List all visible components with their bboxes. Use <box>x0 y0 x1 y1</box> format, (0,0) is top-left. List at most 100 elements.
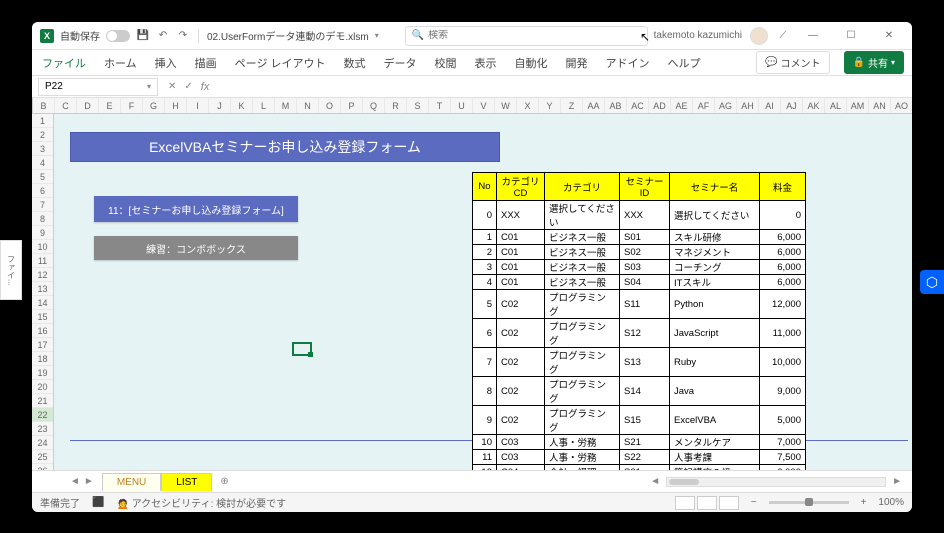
column-header[interactable]: F <box>121 98 143 113</box>
cell-category[interactable]: 選択してください <box>545 201 620 230</box>
left-side-panel[interactable]: ファイ... <box>0 240 22 300</box>
table-header-no[interactable]: No <box>473 173 497 201</box>
table-row[interactable]: 7C02プログラミングS13Ruby10,000 <box>473 348 806 377</box>
row-header[interactable]: 20 <box>32 380 53 394</box>
cell-seminarname[interactable]: スキル研修 <box>670 230 760 245</box>
search-box[interactable]: 🔍 <box>405 26 648 46</box>
column-header[interactable]: AG <box>715 98 737 113</box>
column-header[interactable]: J <box>209 98 231 113</box>
column-header[interactable]: K <box>231 98 253 113</box>
cell-fee[interactable]: 7,500 <box>760 450 806 465</box>
ribbon-mode-icon[interactable]: ⟋ <box>776 29 790 43</box>
ribbon-tab-data[interactable]: データ <box>382 51 419 75</box>
cell-seminarname[interactable]: メンタルケア <box>670 435 760 450</box>
table-header-category[interactable]: カテゴリ <box>545 173 620 201</box>
cell-category[interactable]: プログラミング <box>545 348 620 377</box>
table-row[interactable]: 4C01ビジネス一般S04ITスキル6,000 <box>473 275 806 290</box>
column-header[interactable]: I <box>187 98 209 113</box>
cell-seminarname[interactable]: ExcelVBA <box>670 406 760 435</box>
row-header[interactable]: 16 <box>32 324 53 338</box>
row-header[interactable]: 18 <box>32 352 53 366</box>
ribbon-tab-draw[interactable]: 描画 <box>193 51 219 75</box>
column-header[interactable]: N <box>297 98 319 113</box>
cell-categorycd[interactable]: C03 <box>497 450 545 465</box>
cell-categorycd[interactable]: C03 <box>497 435 545 450</box>
row-header[interactable]: 9 <box>32 226 53 240</box>
cell-seminarid[interactable]: S15 <box>620 406 670 435</box>
ribbon-tab-home[interactable]: ホーム <box>102 51 139 75</box>
table-row[interactable]: 2C01ビジネス一般S02マネジメント6,000 <box>473 245 806 260</box>
cell-seminarname[interactable]: 人事考課 <box>670 450 760 465</box>
combobox-practice-button[interactable]: 練習：コンボボックス <box>94 236 298 260</box>
column-header[interactable]: M <box>275 98 297 113</box>
table-row[interactable]: 3C01ビジネス一般S03コーチング6,000 <box>473 260 806 275</box>
row-header[interactable]: 21 <box>32 394 53 408</box>
cell-categorycd[interactable]: C02 <box>497 377 545 406</box>
cell-categorycd[interactable]: C01 <box>497 245 545 260</box>
column-header[interactable]: B <box>33 98 55 113</box>
cell-category[interactable]: 人事・労務 <box>545 435 620 450</box>
column-header[interactable]: AE <box>671 98 693 113</box>
row-header[interactable]: 22 <box>32 408 53 422</box>
cell-fee[interactable]: 9,000 <box>760 377 806 406</box>
cell-category[interactable]: プログラミング <box>545 319 620 348</box>
macro-record-icon[interactable]: ⬛ <box>92 497 104 508</box>
cell-categorycd[interactable]: C01 <box>497 275 545 290</box>
cell-no[interactable]: 9 <box>473 406 497 435</box>
cell-category[interactable]: ビジネス一般 <box>545 275 620 290</box>
cell-categorycd[interactable]: C01 <box>497 260 545 275</box>
cell-fee[interactable]: 6,000 <box>760 245 806 260</box>
cell-seminarname[interactable]: ITスキル <box>670 275 760 290</box>
column-header[interactable]: L <box>253 98 275 113</box>
ribbon-tab-help[interactable]: ヘルプ <box>666 51 703 75</box>
autosave-toggle[interactable] <box>106 30 130 42</box>
table-row[interactable]: 11C03人事・労務S22人事考課7,500 <box>473 450 806 465</box>
column-header[interactable]: X <box>517 98 539 113</box>
fx-icon[interactable]: fx <box>201 81 210 93</box>
column-header[interactable]: O <box>319 98 341 113</box>
cell-no[interactable]: 2 <box>473 245 497 260</box>
column-header[interactable]: W <box>495 98 517 113</box>
save-icon[interactable]: 💾 <box>136 29 150 43</box>
ribbon-tab-file[interactable]: ファイル <box>40 51 88 75</box>
row-header[interactable]: 4 <box>32 156 53 170</box>
table-row[interactable]: 0XXX選択してくださいXXX選択してください0 <box>473 201 806 230</box>
cell-fee[interactable]: 5,000 <box>760 406 806 435</box>
cell-no[interactable]: 3 <box>473 260 497 275</box>
sheet-nav-prev-icon[interactable]: ◄ <box>70 476 80 487</box>
column-header[interactable]: Z <box>561 98 583 113</box>
cell-seminarname[interactable]: Python <box>670 290 760 319</box>
ribbon-tab-view[interactable]: 表示 <box>473 51 499 75</box>
sheet-tab-list[interactable]: LIST <box>161 473 212 491</box>
cell-seminarid[interactable]: S31 <box>620 465 670 471</box>
cell-seminarname[interactable]: 簿記講座３級 <box>670 465 760 471</box>
column-header[interactable]: AC <box>627 98 649 113</box>
column-header[interactable]: AI <box>759 98 781 113</box>
row-header[interactable]: 2 <box>32 128 53 142</box>
ribbon-tab-pagelayout[interactable]: ページ レイアウト <box>233 51 328 75</box>
comments-button[interactable]: 💬コメント <box>756 51 829 74</box>
cell-category[interactable]: プログラミング <box>545 406 620 435</box>
search-input[interactable] <box>428 30 640 41</box>
column-header[interactable]: AH <box>737 98 759 113</box>
close-button[interactable]: ✕ <box>874 25 904 47</box>
row-header[interactable]: 11 <box>32 254 53 268</box>
row-header[interactable]: 25 <box>32 450 53 464</box>
cell-no[interactable]: 11 <box>473 450 497 465</box>
cell-no[interactable]: 7 <box>473 348 497 377</box>
enter-formula-icon[interactable]: ✓ <box>184 81 192 93</box>
cell-seminarid[interactable]: S13 <box>620 348 670 377</box>
share-button[interactable]: 🔒共有▾ <box>844 51 904 74</box>
cell-seminarid[interactable]: S02 <box>620 245 670 260</box>
normal-view-button[interactable] <box>675 496 695 510</box>
row-header[interactable]: 13 <box>32 282 53 296</box>
column-header[interactable]: AO <box>891 98 912 113</box>
cell-categorycd[interactable]: C02 <box>497 290 545 319</box>
column-header[interactable]: P <box>341 98 363 113</box>
cell-fee[interactable]: 6,000 <box>760 275 806 290</box>
cell-seminarid[interactable]: S21 <box>620 435 670 450</box>
column-header[interactable]: V <box>473 98 495 113</box>
sheet-tab-menu[interactable]: MENU <box>102 473 161 491</box>
cell-category[interactable]: ビジネス一般 <box>545 260 620 275</box>
accessibility-status[interactable]: 🙍 アクセシビリティ: 検討が必要です <box>116 495 286 510</box>
